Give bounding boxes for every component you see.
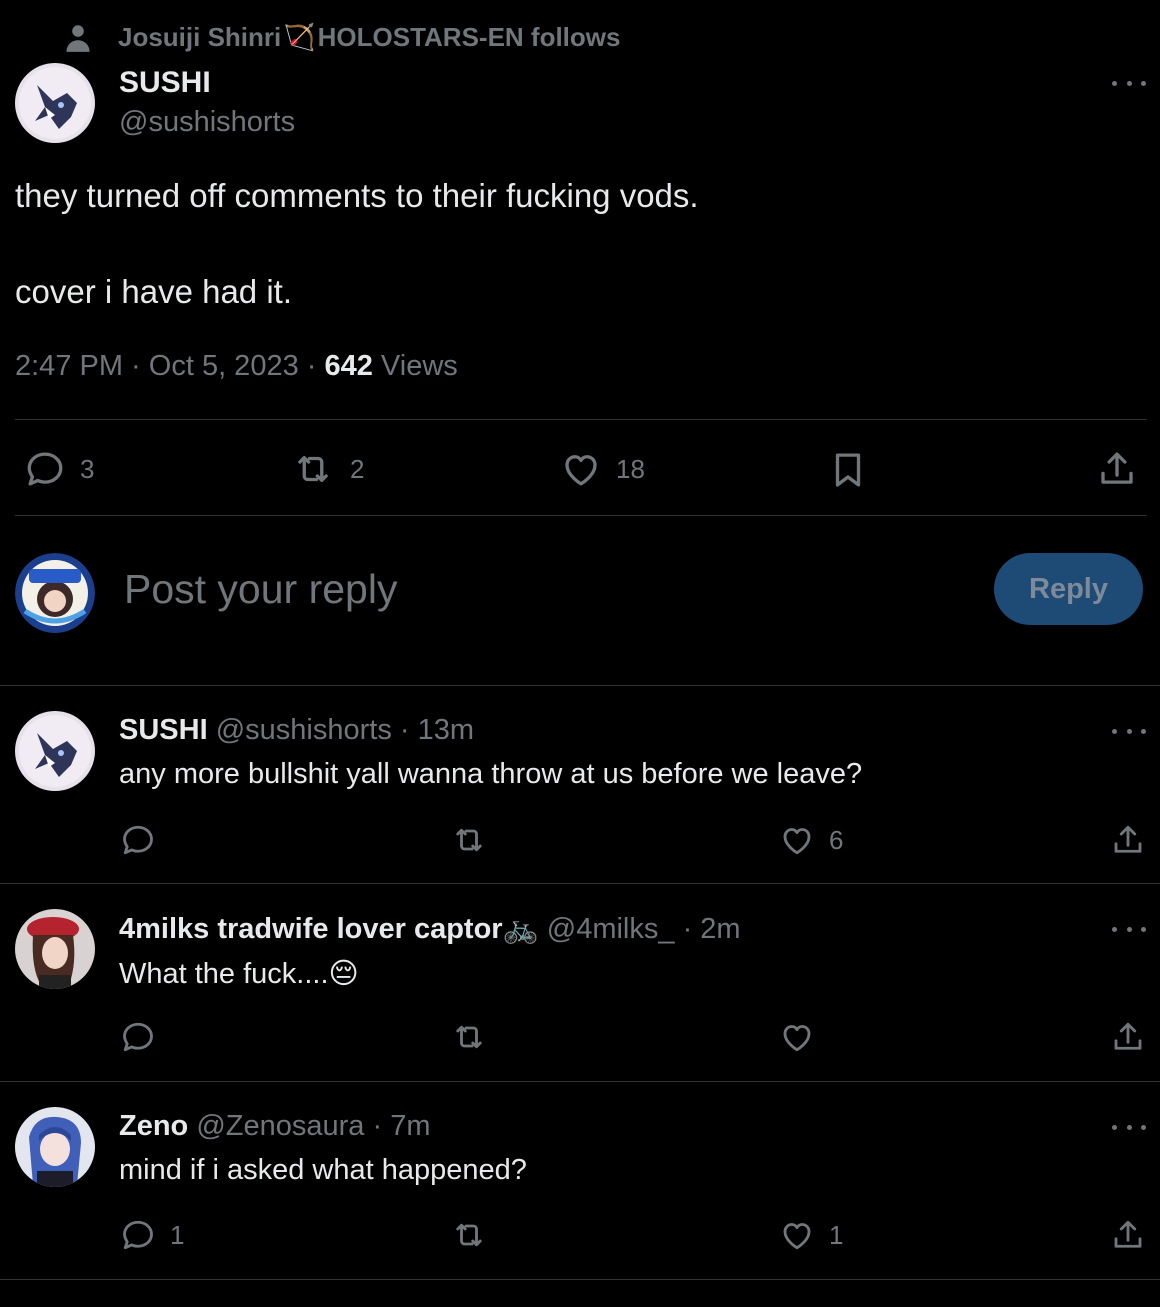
- reply-avatar[interactable]: [15, 909, 95, 989]
- reply-submit-button[interactable]: Reply: [994, 553, 1143, 625]
- author-avatar[interactable]: [15, 63, 95, 143]
- reply-input[interactable]: Post your reply: [124, 566, 397, 613]
- divider: [15, 515, 1147, 516]
- reply-header: SUSHI @sushishorts · 13m: [119, 714, 474, 747]
- reply-count: 1: [170, 1219, 185, 1250]
- person-icon: [66, 24, 90, 52]
- social-context[interactable]: Josuiji Shinri 🏹 HOLOSTARS-EN follows: [64, 22, 620, 53]
- reply-author-handle[interactable]: @4milks_: [547, 913, 675, 945]
- reply-icon: [120, 1019, 156, 1055]
- share-icon: [1110, 1019, 1146, 1055]
- reply-header: Zeno @Zenosaura · 7m: [119, 1110, 431, 1143]
- reply-time[interactable]: · 13m: [392, 714, 474, 746]
- reply-icon: [120, 822, 156, 858]
- heart-icon: [779, 1019, 815, 1055]
- views-label: Views: [372, 350, 458, 382]
- share-icon: [1096, 448, 1138, 490]
- retweet-icon: [290, 448, 336, 490]
- reply-button[interactable]: 1: [120, 1217, 184, 1253]
- reply-time[interactable]: · 2m: [675, 913, 741, 945]
- retweet-button[interactable]: [450, 1019, 488, 1055]
- more-options-icon[interactable]: [1112, 73, 1146, 93]
- reply-avatar[interactable]: [15, 1107, 95, 1187]
- divider: [0, 1279, 1160, 1280]
- like-count: 18: [616, 453, 645, 484]
- share-icon: [1110, 1217, 1146, 1253]
- retweet-button[interactable]: [450, 822, 488, 858]
- reply-time[interactable]: · 7m: [364, 1110, 430, 1142]
- like-button[interactable]: 18: [560, 448, 645, 490]
- reply-author-name[interactable]: SUSHI: [119, 714, 208, 746]
- reply-author-name[interactable]: 4milks tradwife lover captor: [119, 913, 503, 945]
- share-button[interactable]: [1096, 448, 1138, 490]
- like-button[interactable]: 6: [779, 822, 843, 858]
- share-button[interactable]: [1110, 822, 1146, 858]
- reply-button[interactable]: 3: [24, 448, 94, 490]
- bookmark-icon: [827, 448, 869, 492]
- reply-count: 3: [80, 453, 95, 484]
- retweet-button[interactable]: 2: [290, 448, 364, 490]
- reply-icon: [24, 448, 66, 490]
- reply-text: mind if i asked what happened?: [119, 1154, 527, 1186]
- social-context-name: Josuiji Shinri: [118, 22, 282, 52]
- tweet-timestamp[interactable]: 2:47 PM · Oct 5, 2023 ·: [15, 350, 324, 382]
- heart-icon: [560, 448, 602, 490]
- author-handle[interactable]: @sushishorts: [119, 106, 295, 139]
- more-options-icon[interactable]: [1112, 919, 1146, 939]
- reply-author-name[interactable]: Zeno: [119, 1110, 188, 1142]
- share-button[interactable]: [1110, 1217, 1146, 1253]
- heart-icon: [779, 822, 815, 858]
- divider: [0, 883, 1160, 884]
- tweet-text: they turned off comments to their fuckin…: [15, 177, 699, 310]
- tweet-meta: 2:47 PM · Oct 5, 2023 · 642 Views: [15, 350, 458, 383]
- like-button[interactable]: [779, 1019, 815, 1055]
- user-avatar[interactable]: [15, 553, 95, 633]
- heart-icon: [779, 1217, 815, 1253]
- retweet-icon: [450, 1217, 488, 1253]
- share-button[interactable]: [1110, 1019, 1146, 1055]
- divider: [0, 685, 1160, 686]
- like-count: 1: [829, 1219, 844, 1250]
- share-icon: [1110, 822, 1146, 858]
- reply-author-handle[interactable]: @Zenosaura: [196, 1110, 364, 1142]
- author-name[interactable]: SUSHI: [119, 66, 211, 100]
- reply-text: any more bullshit yall wanna throw at us…: [119, 758, 863, 790]
- bookmark-button[interactable]: [827, 448, 869, 492]
- retweet-button[interactable]: [450, 1217, 488, 1253]
- like-count: 6: [829, 824, 844, 855]
- retweet-icon: [450, 822, 488, 858]
- reply-text-content: What the fuck....: [119, 958, 329, 990]
- reply-author-handle[interactable]: @sushishorts: [216, 714, 392, 746]
- reply-avatar[interactable]: [15, 711, 95, 791]
- retweet-icon: [450, 1019, 488, 1055]
- reply-button[interactable]: [120, 1019, 156, 1055]
- more-options-icon[interactable]: [1112, 721, 1146, 741]
- bike-emoji: 🚲: [502, 913, 539, 945]
- reply-header: 4milks tradwife lover captor🚲 @4milks_ ·…: [119, 912, 741, 946]
- views-count: 642: [324, 350, 373, 382]
- social-context-suffix: HOLOSTARS-EN follows: [317, 22, 621, 52]
- bow-emoji: 🏹: [283, 22, 316, 52]
- more-options-icon[interactable]: [1112, 1117, 1146, 1137]
- reply-button[interactable]: [120, 822, 156, 858]
- pensive-emoji: 😔: [328, 958, 359, 990]
- like-button[interactable]: 1: [779, 1217, 843, 1253]
- reply-icon: [120, 1217, 156, 1253]
- divider: [15, 419, 1147, 420]
- divider: [0, 1081, 1160, 1082]
- retweet-count: 2: [350, 453, 365, 484]
- reply-text: What the fuck....😔: [119, 956, 359, 991]
